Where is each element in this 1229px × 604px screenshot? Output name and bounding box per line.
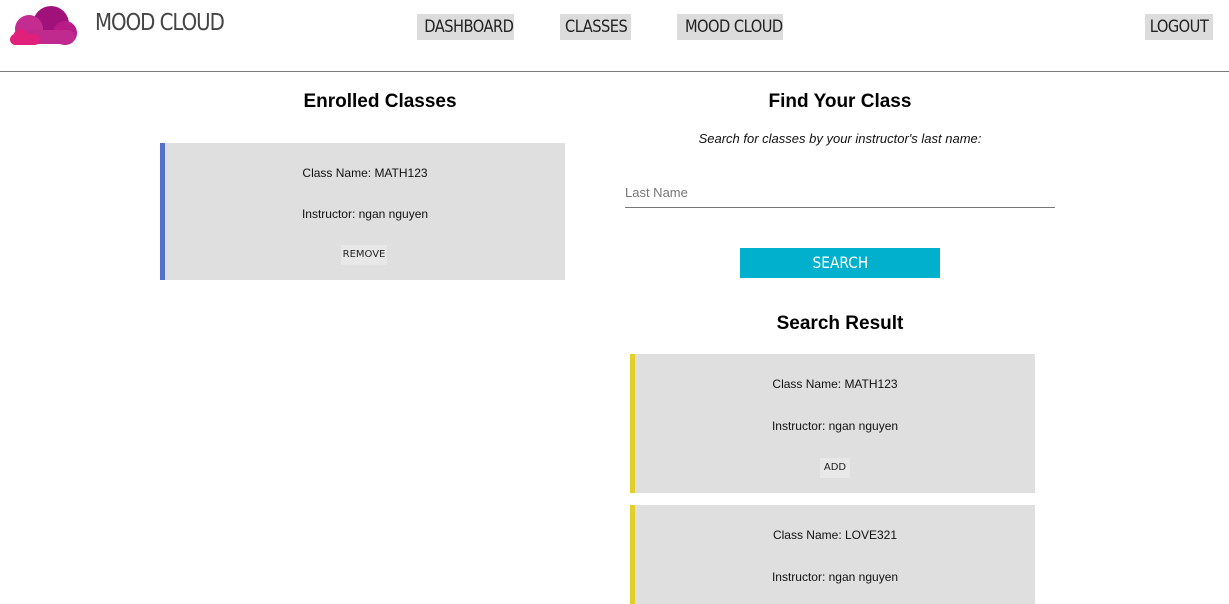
class-name-text: Class Name: LOVE321 bbox=[772, 528, 898, 542]
instructor-text: Instructor: ngan nguyen bbox=[771, 419, 899, 433]
search-result-card: Class Name: LOVE321 Instructor: ngan ngu… bbox=[630, 505, 1035, 604]
add-button[interactable]: ADD bbox=[820, 458, 850, 478]
logout-button[interactable]: LOGOUT bbox=[1145, 14, 1213, 40]
cloud-logo-icon[interactable] bbox=[7, 4, 79, 46]
logout-label: LOGOUT bbox=[1149, 17, 1209, 37]
nav-dashboard-button[interactable]: DASHBOARD bbox=[417, 14, 514, 40]
find-class-title: Find Your Class bbox=[768, 91, 912, 112]
class-name-text: Class Name: MATH123 bbox=[772, 377, 898, 391]
nav-classes-label: CLASSES bbox=[565, 17, 628, 37]
app-title: MOOD CLOUD bbox=[95, 10, 225, 36]
nav-dashboard-label: DASHBOARD bbox=[424, 17, 514, 37]
nav-classes-button[interactable]: CLASSES bbox=[560, 14, 631, 40]
last-name-input[interactable] bbox=[625, 178, 1055, 208]
remove-button[interactable]: REMOVE bbox=[341, 245, 387, 265]
top-header: MOOD CLOUD DASHBOARD CLASSES MOOD CLOUD … bbox=[0, 0, 1229, 72]
search-result-card: Class Name: MATH123 Instructor: ngan ngu… bbox=[630, 354, 1035, 493]
search-button[interactable]: SEARCH bbox=[740, 248, 940, 278]
card-accent-bar bbox=[630, 505, 635, 604]
search-result-title: Search Result bbox=[776, 313, 904, 334]
search-button-label: SEARCH bbox=[812, 253, 868, 272]
nav-mood-cloud-button[interactable]: MOOD CLOUD bbox=[677, 14, 783, 40]
enrolled-classes-title: Enrolled Classes bbox=[303, 91, 457, 112]
instructor-text: Instructor: ngan nguyen bbox=[771, 570, 899, 584]
enrolled-class-card: Class Name: MATH123 Instructor: ngan ngu… bbox=[160, 143, 565, 280]
instructor-text: Instructor: ngan nguyen bbox=[301, 207, 429, 221]
class-name-text: Class Name: MATH123 bbox=[302, 166, 428, 180]
nav-mood-cloud-label: MOOD CLOUD bbox=[684, 17, 783, 37]
search-instructions: Search for classes by your instructor's … bbox=[698, 131, 982, 146]
